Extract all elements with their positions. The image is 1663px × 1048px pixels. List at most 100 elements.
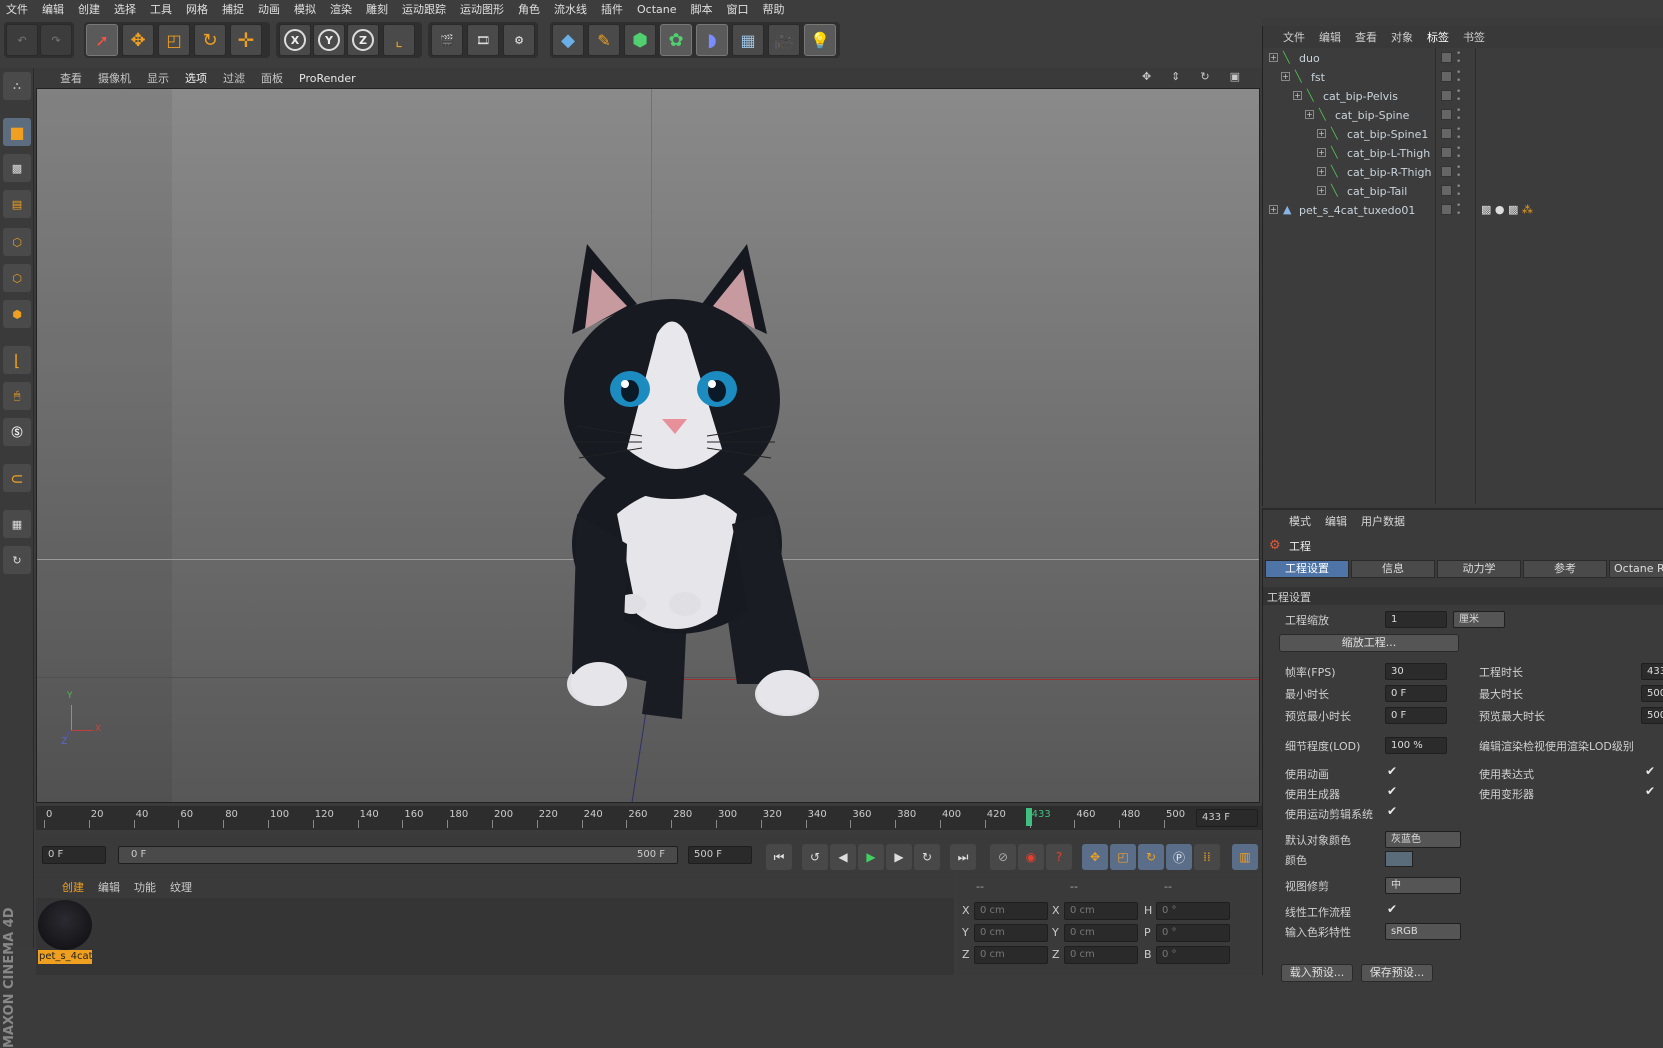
maximize-icon[interactable]: ▣ [1230,70,1240,83]
coord-value-field[interactable]: 0 ° [1156,924,1230,942]
make-editable-icon[interactable]: ⛬ [3,72,31,100]
x-axis-icon[interactable]: X [279,24,311,56]
orbit-icon[interactable]: ↻ [1200,70,1209,83]
object-row[interactable]: + ╲ cat_bip-Spine1 • • [1263,126,1663,145]
enable-dots-icon[interactable]: • • [1456,107,1461,124]
menu-item-14[interactable]: 流水线 [554,1,587,17]
coord-value-field[interactable]: 0 cm [1064,924,1138,942]
zoom-icon[interactable]: ⇕ [1171,70,1180,83]
visibility-icon[interactable] [1441,90,1452,101]
range-slider[interactable]: 0 F 500 F [118,846,678,864]
menu-item-10[interactable]: 雕刻 [366,1,388,17]
min-time-field[interactable]: 0 F [1385,685,1447,702]
key-param-icon[interactable]: Ⓟ [1166,844,1192,870]
expand-icon[interactable]: + [1317,129,1326,138]
edges-mode-icon[interactable]: ⬡ [3,264,31,292]
coordinate-system-icon[interactable]: ⌞ [383,24,415,56]
use-expr-checkbox[interactable]: ✔ [1645,764,1655,778]
use-gen-checkbox[interactable]: ✔ [1387,784,1397,798]
visibility-icon[interactable] [1441,71,1452,82]
keyframe-selection-icon[interactable]: ⊘ [990,844,1016,870]
record-key-icon[interactable]: ◉ [1018,844,1044,870]
rotate-lock-icon[interactable]: ↻ [3,546,31,574]
enable-dots-icon[interactable]: • • [1456,126,1461,143]
texture-mode-icon[interactable]: ▩ [3,154,31,182]
save-preset-button[interactable]: 保存预设... [1361,964,1433,982]
coord-value-field[interactable]: 0 cm [1064,946,1138,964]
vp-menu-filter[interactable]: 过滤 [223,70,245,86]
plus-move-icon[interactable]: ✛ [230,24,262,56]
tab-octane[interactable]: Octane R [1609,560,1663,578]
render-view-icon[interactable]: 🎬 [431,24,463,56]
scale-field[interactable]: 1 [1385,611,1447,628]
expand-icon[interactable]: + [1269,53,1278,62]
visibility-icon[interactable] [1441,147,1452,158]
cat-model[interactable] [517,214,837,734]
menu-item-13[interactable]: 角色 [518,1,540,17]
menu-item-4[interactable]: 工具 [150,1,172,17]
vp-menu-prorender[interactable]: ProRender [299,72,356,85]
material-thumbnail[interactable]: pet_s_4cat [38,900,92,964]
start-frame-field[interactable]: 0 F [42,846,106,864]
snap-icon[interactable]: Ⓢ [3,418,31,446]
tab-info[interactable]: 信息 [1351,560,1435,578]
coord-value-field[interactable]: 0 ° [1156,902,1230,920]
enable-dots-icon[interactable]: • • [1456,69,1461,86]
menu-item-5[interactable]: 网格 [186,1,208,17]
preview-min-field[interactable]: 0 F [1385,707,1447,724]
mat-menu-function[interactable]: 功能 [134,879,156,895]
key-rotation-icon[interactable]: ↻ [1138,844,1164,870]
object-row[interactable]: + ╲ fst • • [1263,69,1663,88]
expand-icon[interactable]: + [1281,72,1290,81]
pan-icon[interactable]: ✥ [1142,70,1151,83]
menu-item-18[interactable]: 窗口 [727,1,749,17]
go-to-start-icon[interactable]: ⏮ [766,844,792,870]
om-menu-file[interactable]: 文件 [1283,29,1305,45]
attr-menu-mode[interactable]: 模式 [1289,513,1311,529]
visibility-icon[interactable] [1441,128,1452,139]
perspective-viewport[interactable]: Y X Z [36,88,1260,803]
use-deform-checkbox[interactable]: ✔ [1645,784,1655,798]
om-menu-tags[interactable]: 标签 [1427,29,1449,45]
linear-checkbox[interactable]: ✔ [1387,902,1397,916]
play-icon[interactable]: ▶ [858,844,884,870]
camera-icon[interactable]: 🎥 [768,24,800,56]
attr-menu-edit[interactable]: 编辑 [1325,513,1347,529]
next-key-icon[interactable]: ↻ [914,844,940,870]
menu-item-12[interactable]: 运动图形 [460,1,504,17]
vp-menu-panel[interactable]: 面板 [261,70,283,86]
coord-value-field[interactable]: 0 cm [974,924,1048,942]
workplane-icon[interactable]: ▤ [3,190,31,218]
load-preset-button[interactable]: 载入预设... [1281,964,1353,982]
key-pla-icon[interactable]: ⁞⁞ [1194,844,1220,870]
floor-icon[interactable]: ▦ [732,24,764,56]
mat-menu-edit[interactable]: 编辑 [98,879,120,895]
grid-lock-icon[interactable]: ▦ [3,510,31,538]
go-to-end-icon[interactable]: ⏭ [950,844,976,870]
menu-item-16[interactable]: Octane [637,3,677,16]
scale-unit-select[interactable]: 厘米 [1453,611,1505,628]
use-motion-checkbox[interactable]: ✔ [1387,804,1397,818]
prev-frame-icon[interactable]: ◀ [830,844,856,870]
key-scale-icon[interactable]: ◰ [1110,844,1136,870]
default-color-select[interactable]: 灰蓝色 [1385,831,1461,848]
points-mode-icon[interactable]: ⬡ [3,228,31,256]
menu-item-2[interactable]: 创建 [78,1,100,17]
menu-item-0[interactable]: 文件 [6,1,28,17]
z-axis-icon[interactable]: Z [347,24,379,56]
menu-item-6[interactable]: 捕捉 [222,1,244,17]
subdivision-icon[interactable]: ⬢ [624,24,656,56]
menu-item-1[interactable]: 编辑 [42,1,64,17]
render-picture-viewer-icon[interactable]: 🎞 [467,24,499,56]
expand-icon[interactable]: + [1293,91,1302,100]
max-time-field[interactable]: 500 [1641,685,1663,702]
om-menu-objects[interactable]: 对象 [1391,29,1413,45]
vp-menu-display[interactable]: 显示 [147,70,169,86]
object-row[interactable]: + ╲ cat_bip-Pelvis • • [1263,88,1663,107]
visibility-icon[interactable] [1441,166,1452,177]
mat-menu-create[interactable]: 创建 [62,879,84,895]
model-mode-icon[interactable]: ■ [3,118,31,146]
expand-icon[interactable]: + [1317,148,1326,157]
visibility-icon[interactable] [1441,185,1452,196]
redo-icon[interactable]: ↷ [40,24,72,56]
